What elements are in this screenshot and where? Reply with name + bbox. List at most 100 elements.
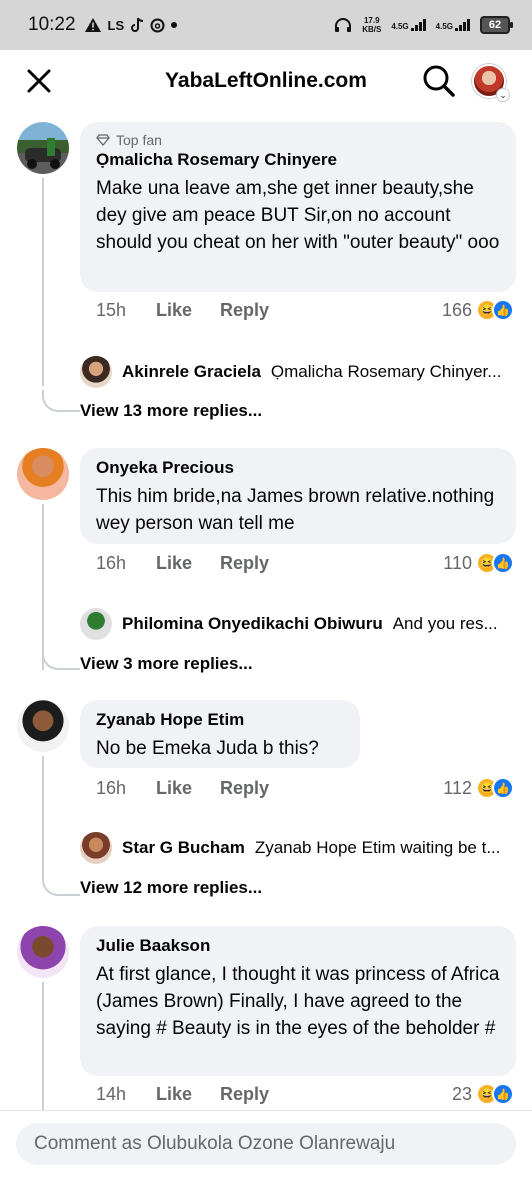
- thread-line: [42, 756, 44, 874]
- comment-actions: 14h Like Reply: [96, 1084, 269, 1105]
- comment-time[interactable]: 16h: [96, 778, 156, 799]
- comment-bubble[interactable]: Top fan Ọmalicha Rosemary Chinyere Make …: [80, 122, 516, 292]
- comment-text: Make una leave am,she get inner beauty,s…: [96, 178, 500, 253]
- comment-bubble[interactable]: Zyanab Hope Etim No be Emeka Juda b this…: [80, 700, 360, 768]
- comment-input[interactable]: Comment as Olubukola Ozone Olanrewaju: [16, 1123, 516, 1165]
- reaction-count: 166: [441, 299, 472, 320]
- reply-author[interactable]: Star G Bucham: [122, 838, 245, 858]
- comment-thread: Top fan Ọmalicha Rosemary Chinyere Make …: [0, 112, 532, 424]
- comment-author[interactable]: Onyeka Precious: [96, 458, 500, 478]
- reaction-summary[interactable]: 112 😆 👍: [443, 777, 514, 799]
- comment-actions: 16h Like Reply: [96, 553, 269, 574]
- comment-list[interactable]: Top fan Ọmalicha Rosemary Chinyere Make …: [0, 112, 532, 1110]
- status-right-group: 17.9 KB/S 4.5G 4.5G 62: [334, 16, 513, 34]
- carrier-label: LS: [107, 17, 125, 33]
- status-notification-icons: LS: [84, 17, 178, 33]
- comment-actions: 16h Like Reply: [96, 778, 269, 799]
- thread-connector: [42, 874, 80, 896]
- status-time: 10:22: [28, 14, 76, 35]
- network-2: 4.5G: [436, 19, 470, 31]
- like-button[interactable]: Like: [156, 300, 220, 321]
- comment-bubble[interactable]: Julie Baakson At first glance, I thought…: [80, 926, 516, 1076]
- comment-author[interactable]: Ọmalicha Rosemary Chinyere: [96, 150, 500, 170]
- reply-snippet: Ọmalicha Rosemary Chinyer...: [270, 362, 502, 381]
- network-1-label: 4.5G: [391, 22, 409, 31]
- comment-text: This him bride,na James brown relative.n…: [96, 486, 495, 534]
- view-more-replies-link[interactable]: View 13 more replies...: [80, 401, 262, 421]
- thread-line: [42, 982, 44, 1110]
- reply-snippet: Zyanab Hope Etim waiting be t...: [254, 838, 501, 857]
- reaction-count: 23: [451, 1083, 472, 1104]
- avatar[interactable]: [80, 608, 112, 640]
- tiktok-icon: [131, 17, 144, 32]
- comment-time[interactable]: 15h: [96, 300, 156, 321]
- comment-bubble[interactable]: Onyeka Precious This him bride,na James …: [80, 448, 516, 544]
- badge-label: Top fan: [116, 132, 162, 148]
- like-reaction-icon: 👍: [492, 552, 514, 574]
- comment-text: No be Emeka Juda b this?: [96, 738, 319, 759]
- battery-icon: 62: [480, 16, 513, 34]
- signal-icon: [410, 19, 426, 31]
- view-more-replies-link[interactable]: View 12 more replies...: [80, 878, 262, 898]
- avatar[interactable]: [80, 832, 112, 864]
- comment-author[interactable]: Julie Baakson: [96, 936, 500, 956]
- diamond-icon: [96, 134, 110, 146]
- comment-thread: Zyanab Hope Etim No be Emeka Juda b this…: [0, 700, 532, 900]
- avatar[interactable]: [17, 700, 69, 752]
- reply-preview[interactable]: Akinrele Graciela Ọmalicha Rosemary Chin…: [80, 356, 520, 388]
- like-reaction-icon: 👍: [492, 1083, 514, 1105]
- reaction-summary[interactable]: 166 😆 👍: [442, 299, 514, 321]
- reply-button[interactable]: Reply: [220, 778, 269, 799]
- avatar[interactable]: [17, 926, 69, 978]
- comment-author[interactable]: Zyanab Hope Etim: [96, 710, 344, 730]
- thread-line: [42, 504, 44, 670]
- thread-connector: [42, 390, 80, 412]
- reply-preview[interactable]: Philomina Onyedikachi Obiwuru And you re…: [80, 608, 520, 640]
- avatar[interactable]: [17, 122, 69, 174]
- reaction-summary[interactable]: 23 😆 👍: [452, 1083, 514, 1105]
- comment-composer: Comment as Olubukola Ozone Olanrewaju: [0, 1110, 532, 1200]
- reply-button[interactable]: Reply: [220, 553, 269, 574]
- thread-connector: [42, 648, 80, 670]
- reply-button[interactable]: Reply: [220, 300, 269, 321]
- headphones-icon: [335, 18, 352, 32]
- view-more-replies-link[interactable]: View 3 more replies...: [80, 654, 253, 674]
- comment-text: At first glance, I thought it was prince…: [96, 964, 500, 1039]
- reaction-icons: 😆 👍: [476, 299, 514, 321]
- network-speed: 17.9 KB/S: [362, 16, 381, 34]
- warning-icon: [84, 18, 101, 32]
- reply-author[interactable]: Philomina Onyedikachi Obiwuru: [122, 614, 383, 634]
- comment-time[interactable]: 16h: [96, 553, 156, 574]
- dot-icon: [171, 22, 178, 28]
- reaction-icons: 😆 👍: [476, 1083, 514, 1105]
- close-icon[interactable]: [24, 66, 54, 96]
- reply-snippet: And you res...: [392, 614, 498, 633]
- signal-icon: [455, 19, 470, 31]
- comment-time[interactable]: 14h: [96, 1084, 156, 1105]
- avatar[interactable]: [17, 448, 69, 500]
- like-button[interactable]: Like: [156, 1084, 220, 1105]
- search-icon[interactable]: [422, 64, 456, 98]
- reaction-summary[interactable]: 110 😆 👍: [443, 552, 514, 574]
- reaction-icons: 😆 👍: [476, 777, 514, 799]
- reaction-count: 110: [443, 552, 472, 573]
- like-reaction-icon: 👍: [492, 299, 514, 321]
- comment-actions: 15h Like Reply: [96, 300, 269, 321]
- page-title: YabaLeftOnline.com: [165, 69, 367, 92]
- like-button[interactable]: Like: [156, 778, 220, 799]
- reply-preview[interactable]: Star G Bucham Zyanab Hope Etim waiting b…: [80, 832, 520, 864]
- reaction-icons: 😆 👍: [476, 552, 514, 574]
- comment-thread: Onyeka Precious This him bride,na James …: [0, 446, 532, 686]
- speed-unit: KB/S: [362, 25, 382, 34]
- like-button[interactable]: Like: [156, 553, 220, 574]
- top-fan-badge: Top fan: [96, 132, 500, 148]
- thread-line: [42, 178, 44, 386]
- reaction-count: 112: [443, 777, 472, 798]
- chevron-down-icon[interactable]: ⌄: [496, 88, 510, 102]
- page-header: YabaLeftOnline.com ⌄: [0, 50, 532, 112]
- reply-button[interactable]: Reply: [220, 1084, 269, 1105]
- reply-author[interactable]: Akinrele Graciela: [122, 362, 261, 382]
- status-bar: 10:22 LS 17.9 KB/S 4.5G 4.5G 62: [0, 0, 532, 50]
- avatar[interactable]: [80, 356, 112, 388]
- like-reaction-icon: 👍: [492, 777, 514, 799]
